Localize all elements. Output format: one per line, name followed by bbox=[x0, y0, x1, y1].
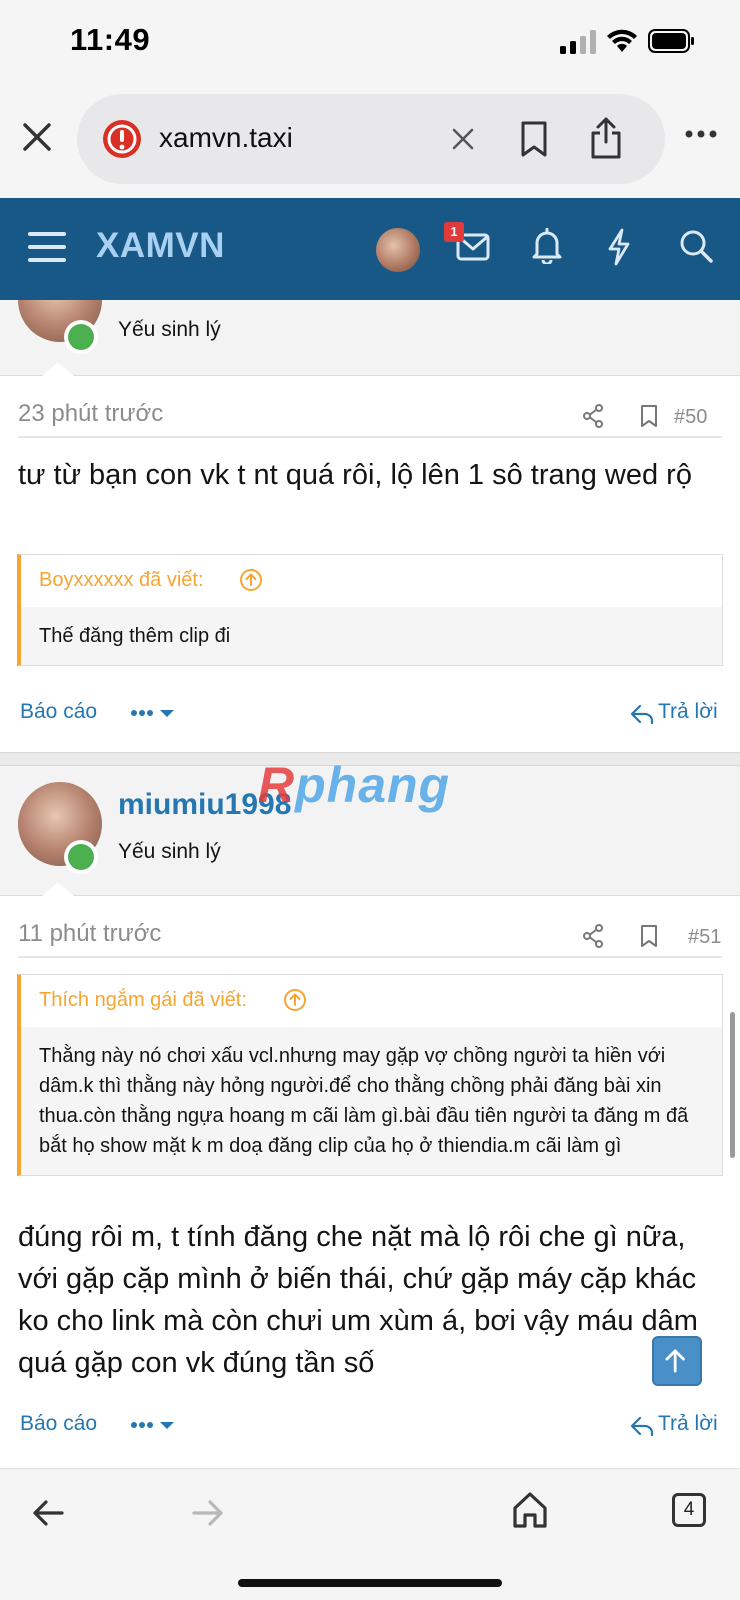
lightning-icon[interactable] bbox=[606, 228, 632, 266]
go-to-quote-icon[interactable] bbox=[239, 568, 263, 592]
clear-url-icon[interactable] bbox=[449, 125, 477, 153]
share-post-icon[interactable] bbox=[582, 404, 604, 428]
post-number[interactable]: #50 bbox=[674, 406, 707, 429]
more-options-icon[interactable] bbox=[684, 128, 718, 140]
quote-header[interactable]: Thích ngắm gái đã viết: bbox=[21, 975, 722, 1027]
quote-block: Boyxxxxxx đã viết: Thế đăng thêm clip đi bbox=[17, 554, 723, 666]
close-tab-icon[interactable] bbox=[20, 120, 54, 154]
scroll-to-top-button[interactable] bbox=[652, 1336, 702, 1386]
user-bar-pointer bbox=[42, 882, 74, 896]
report-link[interactable]: Báo cáo bbox=[20, 700, 97, 724]
online-status-icon bbox=[64, 320, 98, 354]
quote-block: Thích ngắm gái đã viết: Thằng này nó chơ… bbox=[17, 974, 723, 1176]
address-bar[interactable]: xamvn.taxi bbox=[77, 94, 665, 184]
post-body: đúng rôi m, t tính đăng che nặt mà lộ rô… bbox=[18, 1221, 698, 1379]
more-actions-icon[interactable] bbox=[130, 706, 176, 720]
security-warning-icon[interactable] bbox=[101, 118, 143, 160]
go-to-quote-icon[interactable] bbox=[283, 988, 307, 1012]
reply-icon[interactable] bbox=[630, 1415, 654, 1437]
post-body: tư từ bạn con vk t nt quá rôi, lộ lên 1 … bbox=[18, 459, 692, 491]
quote-text: Thằng này nó chơi xấu vcl.nhưng may gặp … bbox=[21, 1027, 722, 1175]
inbox-badge: 1 bbox=[444, 222, 464, 242]
share-icon[interactable] bbox=[589, 116, 623, 160]
post-number[interactable]: #51 bbox=[688, 926, 721, 949]
share-post-icon[interactable] bbox=[582, 924, 604, 948]
search-icon[interactable] bbox=[678, 228, 714, 264]
user-bar-pointer bbox=[42, 362, 74, 376]
bell-icon[interactable] bbox=[532, 228, 562, 264]
report-link[interactable]: Báo cáo bbox=[20, 1412, 97, 1436]
watermark-logo: Rphang bbox=[258, 756, 450, 814]
back-arrow-icon[interactable] bbox=[32, 1499, 64, 1527]
more-actions-icon[interactable] bbox=[130, 1418, 176, 1432]
arrow-up-icon bbox=[665, 1349, 685, 1373]
tab-switcher-button[interactable]: 4 bbox=[672, 1493, 706, 1527]
battery-icon bbox=[648, 29, 694, 53]
page-scrollbar[interactable] bbox=[730, 1012, 735, 1158]
thread-content: Yếu sinh lý 23 phút trước #50 tư từ bạn … bbox=[0, 300, 740, 1468]
account-avatar[interactable] bbox=[376, 228, 420, 272]
post-time[interactable]: 11 phút trước bbox=[18, 920, 161, 948]
bookmark-post-icon[interactable] bbox=[640, 404, 658, 428]
post-user-bar: Yếu sinh lý bbox=[0, 300, 740, 376]
post-51: 11 phút trước #51 Thích ngắm gái đã viết… bbox=[0, 896, 740, 1468]
bookmark-post-icon[interactable] bbox=[640, 924, 658, 948]
site-logo[interactable]: XAMVN bbox=[96, 226, 225, 266]
url-text[interactable]: xamvn.taxi bbox=[159, 122, 293, 154]
post-time[interactable]: 23 phút trước bbox=[18, 400, 163, 428]
post-50: 23 phút trước #50 tư từ bạn con vk t nt … bbox=[0, 376, 740, 752]
browser-bottom-toolbar: 4 bbox=[0, 1468, 740, 1600]
user-title: Yếu sinh lý bbox=[118, 318, 221, 341]
online-status-icon bbox=[64, 840, 98, 874]
reply-icon[interactable] bbox=[630, 703, 654, 725]
status-time: 11:49 bbox=[70, 22, 151, 57]
post-meta-divider bbox=[18, 436, 722, 438]
post-meta-divider bbox=[18, 956, 722, 958]
cellular-signal-icon bbox=[560, 30, 596, 54]
quote-author[interactable]: Thích ngắm gái đã viết: bbox=[39, 989, 247, 1012]
wifi-icon bbox=[607, 29, 637, 52]
browser-toolbar: xamvn.taxi bbox=[0, 88, 740, 198]
reply-link[interactable]: Trả lời bbox=[658, 1412, 718, 1436]
watermark-part1: R bbox=[258, 757, 296, 813]
watermark-part2: phang bbox=[295, 757, 451, 813]
reply-link[interactable]: Trả lời bbox=[658, 700, 718, 724]
quote-author[interactable]: Boyxxxxxx đã viết: bbox=[39, 569, 204, 592]
site-header: XAMVN 1 bbox=[0, 198, 740, 300]
forward-arrow-icon[interactable] bbox=[192, 1499, 224, 1527]
quote-header[interactable]: Boyxxxxxx đã viết: bbox=[21, 555, 722, 607]
quote-text: Thế đăng thêm clip đi bbox=[21, 607, 722, 665]
bookmark-icon[interactable] bbox=[519, 120, 549, 158]
status-bar: 11:49 bbox=[0, 0, 740, 88]
home-icon[interactable] bbox=[512, 1491, 548, 1529]
menu-icon[interactable] bbox=[28, 230, 66, 264]
user-title: Yếu sinh lý bbox=[118, 840, 221, 863]
home-indicator bbox=[238, 1579, 502, 1587]
